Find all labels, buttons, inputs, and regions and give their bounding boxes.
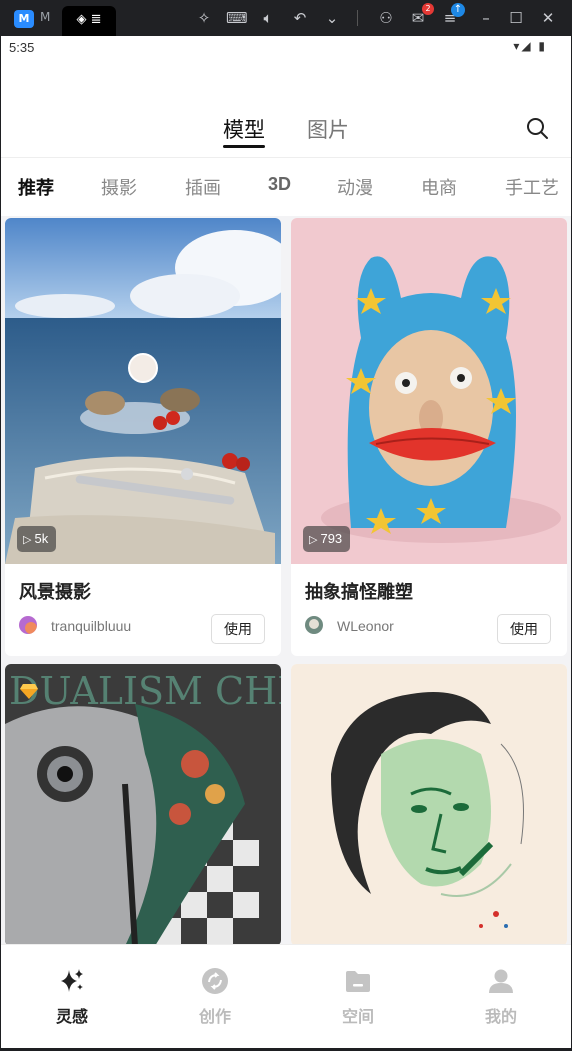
top-tabs: 模型 图片 (1, 108, 571, 158)
category-illustration[interactable]: 插画 (185, 174, 221, 200)
minimize-icon[interactable]: – (476, 8, 496, 28)
category-recommend[interactable]: 推荐 (18, 174, 54, 200)
model-card[interactable]: ▷ 5k 风景摄影 tranquilbluuu 使用 (5, 218, 281, 656)
category-anime[interactable]: 动漫 (337, 174, 373, 200)
nav-label: 空间 (341, 1009, 374, 1026)
play-count-value: 5k (34, 531, 49, 546)
undo-icon[interactable]: ↶ (290, 8, 310, 28)
diamond-icon (20, 684, 38, 699)
tab-model[interactable]: 模型 (223, 114, 265, 144)
category-3d[interactable]: 3D (268, 174, 291, 195)
play-icon: ▷ (23, 534, 32, 546)
user-icon[interactable]: ⚇ (376, 8, 396, 28)
nav-space[interactable]: 空间 (298, 945, 418, 1048)
play-count: ▷ 793 (303, 526, 351, 552)
nav-label: 创作 (198, 1009, 231, 1026)
folder-icon (346, 971, 370, 992)
use-button[interactable]: 使用 (497, 614, 551, 644)
category-ecommerce[interactable]: 电商 (421, 174, 457, 200)
play-count-value: 793 (320, 531, 343, 546)
watercolor-portrait-image (291, 664, 567, 946)
emulator-toolbar: M M ◈ ≣ ✧ ⌨ 🔈︎ ↶ ⌄ ⚇ ✉ 2 ≡ ↑ – ☐ ✕ (0, 0, 572, 36)
avatar (305, 616, 323, 634)
status-time: 5:35 (9, 40, 35, 55)
profile-icon (489, 969, 513, 993)
play-icon: ▷ (309, 534, 318, 546)
card-title: 风景摄影 (19, 582, 91, 602)
phone-screen: 5:35 ▾◢ ▮ 模型 图片 推荐 摄影 插画 3D 动漫 电商 手工艺 ▷ … (1, 36, 571, 1048)
app-name-initial: M (40, 10, 51, 24)
keyboard-icon[interactable]: ⌨ (226, 8, 248, 28)
nav-label: 灵感 (55, 1009, 88, 1026)
model-card[interactable]: ▷ 793 抽象搞怪雕塑 WLeonor 使用 (291, 218, 567, 656)
toolbar-divider (357, 10, 358, 26)
nav-label: 我的 (484, 1009, 517, 1026)
nav-create[interactable]: 创作 (155, 945, 275, 1048)
maximize-icon[interactable]: ☐ (506, 8, 526, 28)
author-name[interactable]: tranquilbluuu (51, 618, 131, 634)
model-card[interactable] (291, 664, 567, 946)
close-icon[interactable]: ✕ (538, 8, 558, 28)
status-bar: 5:35 ▾◢ ▮ (1, 36, 571, 60)
search-icon[interactable] (525, 116, 549, 140)
volume-icon[interactable]: 🔈︎ (258, 8, 278, 28)
bottom-navigation: 灵感 创作 空间 我的 (1, 944, 571, 1048)
chess-horse-image: DUALISM CHESS (5, 664, 281, 946)
category-photography[interactable]: 摄影 (101, 174, 137, 200)
emulator-tab[interactable]: ◈ ≣ (62, 6, 116, 36)
avatar (19, 616, 37, 634)
sculpture-photo-image (291, 218, 567, 564)
play-count: ▷ 5k (17, 526, 57, 552)
chevron-down-icon[interactable]: ⌄ (322, 8, 342, 28)
model-card[interactable]: DUALISM CHESS (5, 664, 281, 946)
update-badge: ↑ (451, 3, 465, 17)
app-logo[interactable]: M (14, 10, 34, 28)
use-button[interactable]: 使用 (211, 614, 265, 644)
card-title: 抽象搞怪雕塑 (305, 582, 413, 602)
mail-badge: 2 (422, 3, 434, 15)
chess-title-text: DUALISM CHESS (9, 669, 281, 713)
author-name[interactable]: WLeonor (337, 618, 394, 634)
sparkle-icon (61, 969, 83, 992)
category-tabs: 推荐 摄影 插画 3D 动漫 电商 手工艺 (1, 170, 571, 206)
pin-icon[interactable]: ✧ (194, 8, 214, 28)
header-divider (1, 157, 571, 158)
tab-image[interactable]: 图片 (307, 114, 349, 144)
landscape-photo-image (5, 218, 281, 564)
tab-active-indicator (223, 145, 265, 148)
model-feed: ▷ 5k 风景摄影 tranquilbluuu 使用 ▷ 793 抽象搞怪雕塑 … (1, 216, 571, 946)
nav-profile[interactable]: 我的 (441, 945, 561, 1048)
status-system-icons: ▾◢ ▮ (513, 39, 547, 53)
nav-inspiration[interactable]: 灵感 (12, 945, 132, 1048)
create-icon (202, 968, 228, 994)
category-handicraft[interactable]: 手工艺 (505, 174, 559, 200)
